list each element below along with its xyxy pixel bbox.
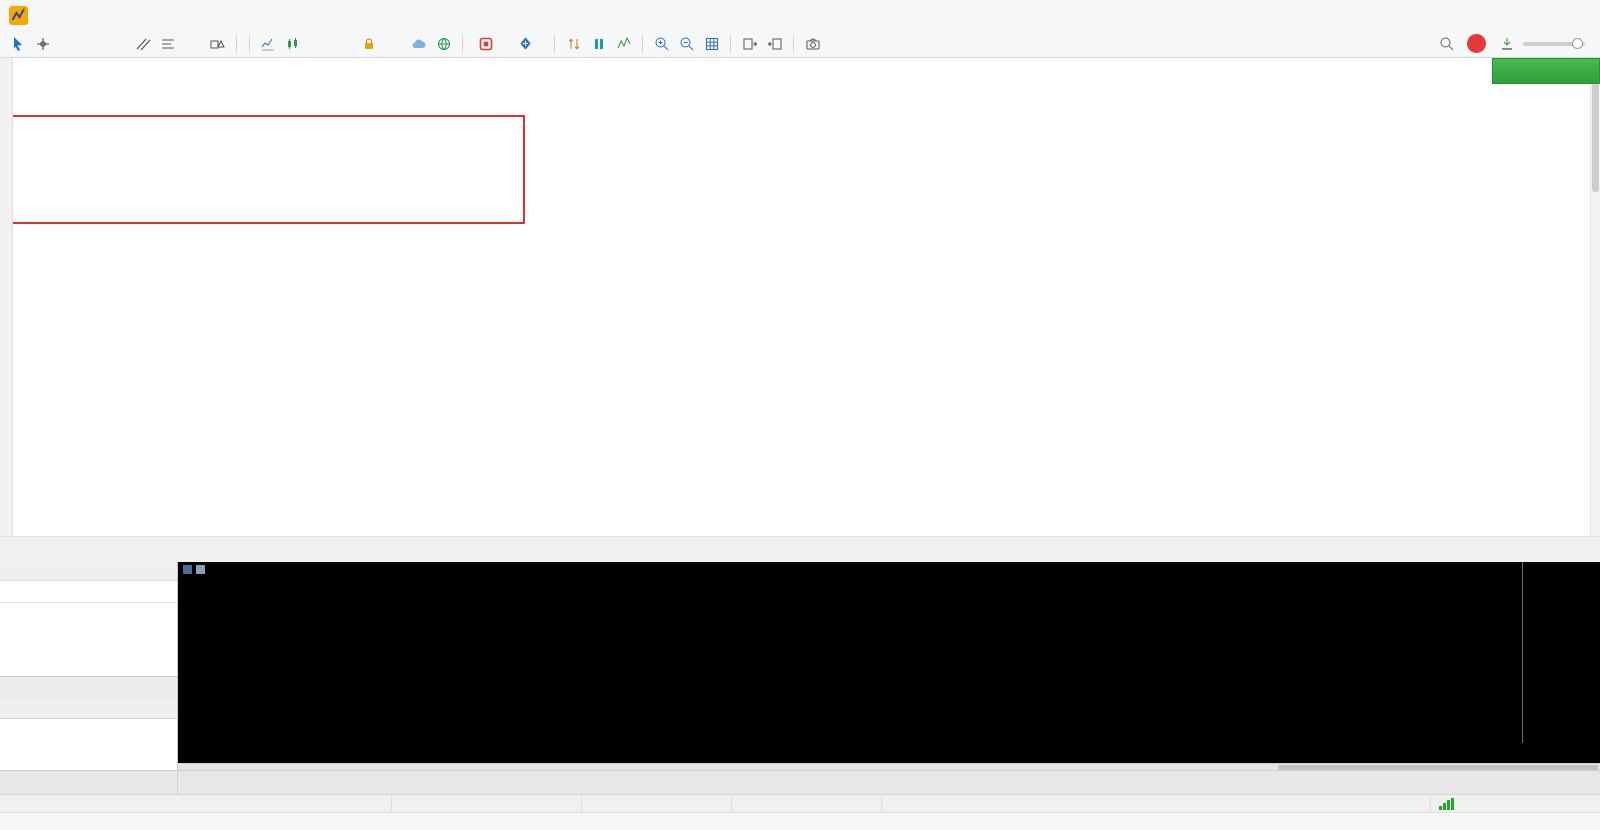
zoom-in-button[interactable] bbox=[650, 32, 673, 56]
trade-dollar-button[interactable] bbox=[307, 32, 330, 56]
market-watch-tabs bbox=[0, 676, 177, 700]
notification-badge[interactable] bbox=[1467, 34, 1486, 53]
price-scale[interactable] bbox=[1522, 562, 1600, 743]
new-order-icon bbox=[518, 36, 533, 51]
zigzag-icon[interactable] bbox=[612, 32, 635, 56]
start-button[interactable] bbox=[1492, 58, 1600, 84]
download-connection-icon[interactable] bbox=[1495, 32, 1518, 56]
slider-thumb[interactable] bbox=[1572, 38, 1583, 49]
bottom-region bbox=[0, 562, 1600, 770]
chart-tab-scroll bbox=[1574, 771, 1600, 794]
algo-trading-icon bbox=[478, 36, 494, 52]
tile-windows-right-icon[interactable] bbox=[738, 32, 761, 56]
channel-tool-button[interactable] bbox=[131, 32, 154, 56]
strategy-tester-panel: ▲ ▼ bbox=[0, 58, 1600, 562]
shapes-tool-button[interactable] bbox=[206, 32, 229, 56]
price-chart[interactable] bbox=[178, 562, 1600, 770]
backtest-results-table bbox=[13, 58, 1590, 536]
metaeditor-ide-button[interactable] bbox=[332, 32, 355, 56]
chart-template-button[interactable] bbox=[282, 32, 305, 56]
mt5-logo-icon bbox=[9, 6, 28, 25]
chart-mini-icon bbox=[196, 565, 205, 574]
indicators-button[interactable] bbox=[257, 32, 280, 56]
market-watch-header bbox=[0, 562, 177, 581]
screenshot-camera-icon[interactable] bbox=[801, 32, 824, 56]
navigator-tabs bbox=[0, 771, 178, 794]
chart-title bbox=[183, 565, 209, 574]
trendline-tool-button[interactable] bbox=[106, 32, 129, 56]
window-controls bbox=[1498, 0, 1600, 30]
tester-tab-bar bbox=[0, 536, 1600, 562]
web-globe-icon[interactable] bbox=[432, 32, 455, 56]
cloud-icon[interactable] bbox=[407, 32, 430, 56]
help-status-bar bbox=[0, 812, 1600, 830]
maximize-button[interactable] bbox=[1532, 0, 1566, 30]
left-sidebar bbox=[0, 562, 178, 770]
results-scrollbar[interactable]: ▲ ▼ bbox=[1590, 58, 1600, 536]
menu-bar bbox=[0, 0, 1600, 30]
profile-segment[interactable] bbox=[391, 795, 581, 812]
search-icon[interactable] bbox=[1435, 32, 1458, 56]
volume-slider[interactable] bbox=[1523, 42, 1585, 46]
chart-horizontal-scrollbar[interactable] bbox=[178, 763, 1600, 770]
tester-caption-strip bbox=[0, 58, 13, 536]
chart-mini-icon bbox=[183, 565, 192, 574]
fibonacci-tool-button[interactable] bbox=[156, 32, 179, 56]
zoom-out-button[interactable] bbox=[675, 32, 698, 56]
crosshair-tool-button[interactable] bbox=[31, 32, 54, 56]
grid-icon[interactable] bbox=[700, 32, 723, 56]
market-watch-panel bbox=[0, 562, 177, 700]
cursor-tool-button[interactable] bbox=[6, 32, 29, 56]
navigator-panel bbox=[0, 700, 177, 770]
annotation-box-results bbox=[13, 115, 525, 224]
algo-trading-button[interactable] bbox=[469, 32, 509, 56]
mt5-window: ▲ ▼ bbox=[0, 0, 1600, 830]
close-button[interactable] bbox=[1566, 0, 1600, 30]
sort-icon[interactable] bbox=[562, 32, 585, 56]
signal-icon-button[interactable] bbox=[382, 32, 405, 56]
chart-canvas[interactable] bbox=[178, 562, 1600, 769]
connection-segment bbox=[1430, 795, 1600, 812]
scrollbar-thumb[interactable] bbox=[1592, 72, 1599, 192]
chart-hscroll-thumb[interactable] bbox=[1278, 765, 1598, 770]
minimize-button[interactable] bbox=[1498, 0, 1532, 30]
connection-bars-icon bbox=[1439, 798, 1454, 810]
market-watch-column-headers[interactable] bbox=[0, 581, 177, 603]
new-order-button[interactable] bbox=[509, 32, 548, 56]
pause-bars-icon[interactable] bbox=[587, 32, 610, 56]
tile-windows-left-icon[interactable] bbox=[763, 32, 786, 56]
lock-icon[interactable] bbox=[357, 32, 380, 56]
status-bar bbox=[0, 794, 1600, 812]
vertical-line-tool-button[interactable] bbox=[56, 32, 79, 56]
bottom-tabs-row bbox=[0, 770, 1600, 794]
toolbar bbox=[0, 30, 1600, 58]
horizontal-line-tool-button[interactable] bbox=[81, 32, 104, 56]
text-tool-button[interactable] bbox=[181, 32, 204, 56]
time-scale[interactable] bbox=[178, 743, 1522, 762]
navigator-header bbox=[0, 700, 177, 719]
chart-tab-bar bbox=[178, 771, 1574, 794]
